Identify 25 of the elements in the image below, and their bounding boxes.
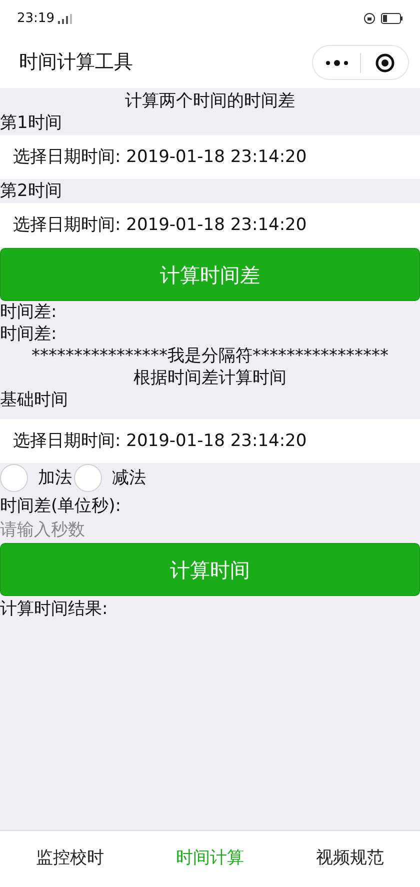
field-label: 第1时间 [0,112,63,134]
radio-button[interactable] [74,464,102,492]
section-title: 根据时间差计算时间 [132,367,288,389]
field-label: 第2时间 [0,180,63,202]
seconds-input[interactable]: 请输入秒数 [0,517,420,543]
field-label: 基础时间 [0,389,69,411]
date-time-picker[interactable]: 选择日期时间: 2019-01-18 23:14:20 [0,419,420,463]
status-time: 23:19 [17,10,54,28]
date-time-picker[interactable]: 选择日期时间: 2019-01-18 23:14:20 [0,135,420,179]
separator-text: ****************我是分隔符**************** [30,345,390,367]
date-time-picker[interactable]: 选择日期时间: 2019-01-18 23:14:20 [0,203,420,247]
battery-icon [381,13,403,24]
input-label: 时间差(单位秒): [0,495,122,517]
tab-bar-item[interactable]: 视频规范 [280,831,420,887]
result-text: 计算时间结果: [0,598,109,620]
section-title: 计算两个时间的时间差 [124,90,296,112]
result-text: 时间差: [0,301,58,323]
radio-label: 减法 [112,467,146,489]
signal-icon [58,14,72,24]
page-title: 时间计算工具 [19,50,133,76]
result-text: 时间差: [0,323,58,345]
tab-bar-item[interactable]: 监控校时 [0,831,140,887]
radio-label: 加法 [38,467,72,489]
radio-button[interactable] [0,464,28,492]
lock-icon [364,13,375,24]
